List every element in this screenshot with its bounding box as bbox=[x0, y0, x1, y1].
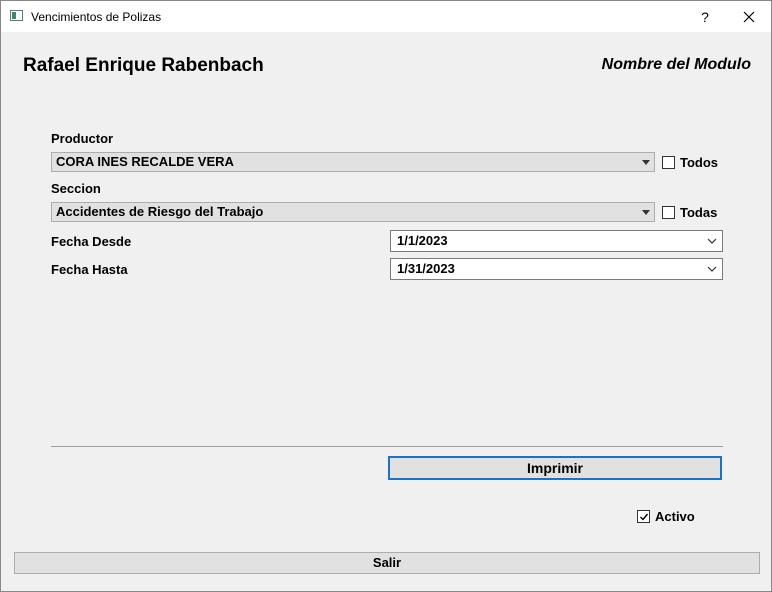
module-name: Nombre del Modulo bbox=[601, 56, 751, 73]
window-title: Vencimientos de Polizas bbox=[31, 10, 162, 24]
seccion-all-checkbox[interactable]: Todas bbox=[662, 205, 717, 220]
productor-all-label: Todos bbox=[680, 155, 719, 170]
fecha-hasta-label: Fecha Hasta bbox=[51, 262, 128, 277]
print-button[interactable]: Imprimir bbox=[388, 456, 722, 480]
main-window: Vencimientos de Polizas ? Rafael Enrique… bbox=[0, 0, 772, 592]
seccion-label: Seccion bbox=[51, 181, 101, 196]
separator-line bbox=[51, 446, 723, 447]
productor-value: CORA INES RECALDE VERA bbox=[56, 154, 234, 169]
productor-all-checkbox[interactable]: Todos bbox=[662, 155, 718, 170]
seccion-all-label: Todas bbox=[680, 205, 718, 220]
fecha-hasta-value: 1/31/2023 bbox=[397, 261, 455, 276]
fecha-hasta-picker[interactable]: 1/31/2023 bbox=[390, 258, 723, 280]
fecha-desde-value: 1/1/2023 bbox=[397, 233, 448, 248]
fecha-desde-picker[interactable]: 1/1/2023 bbox=[390, 230, 723, 252]
productor-label: Productor bbox=[51, 131, 114, 146]
title-bar[interactable]: Vencimientos de Polizas ? bbox=[1, 1, 771, 32]
close-button[interactable] bbox=[729, 1, 769, 32]
checkbox-checked-icon bbox=[637, 510, 650, 523]
dropdown-arrow-icon bbox=[642, 210, 650, 215]
quit-button[interactable]: Salir bbox=[14, 552, 760, 574]
productor-combo[interactable]: CORA INES RECALDE VERA bbox=[51, 152, 655, 172]
checkbox-unchecked-icon bbox=[662, 156, 675, 169]
close-icon bbox=[743, 11, 755, 22]
app-icon bbox=[10, 10, 23, 21]
active-checkbox[interactable]: Activo bbox=[637, 509, 695, 524]
seccion-value: Accidentes de Riesgo del Trabajo bbox=[56, 204, 264, 219]
help-button[interactable]: ? bbox=[685, 1, 725, 32]
checkbox-unchecked-icon bbox=[662, 206, 675, 219]
checkmark-icon bbox=[639, 513, 648, 521]
chevron-down-icon bbox=[707, 238, 717, 244]
chevron-down-icon bbox=[707, 266, 717, 272]
fecha-desde-label: Fecha Desde bbox=[51, 234, 132, 249]
active-label: Activo bbox=[655, 509, 695, 524]
seccion-combo[interactable]: Accidentes de Riesgo del Trabajo bbox=[51, 202, 655, 222]
user-name: Rafael Enrique Rabenbach bbox=[23, 55, 264, 76]
dropdown-arrow-icon bbox=[642, 160, 650, 165]
